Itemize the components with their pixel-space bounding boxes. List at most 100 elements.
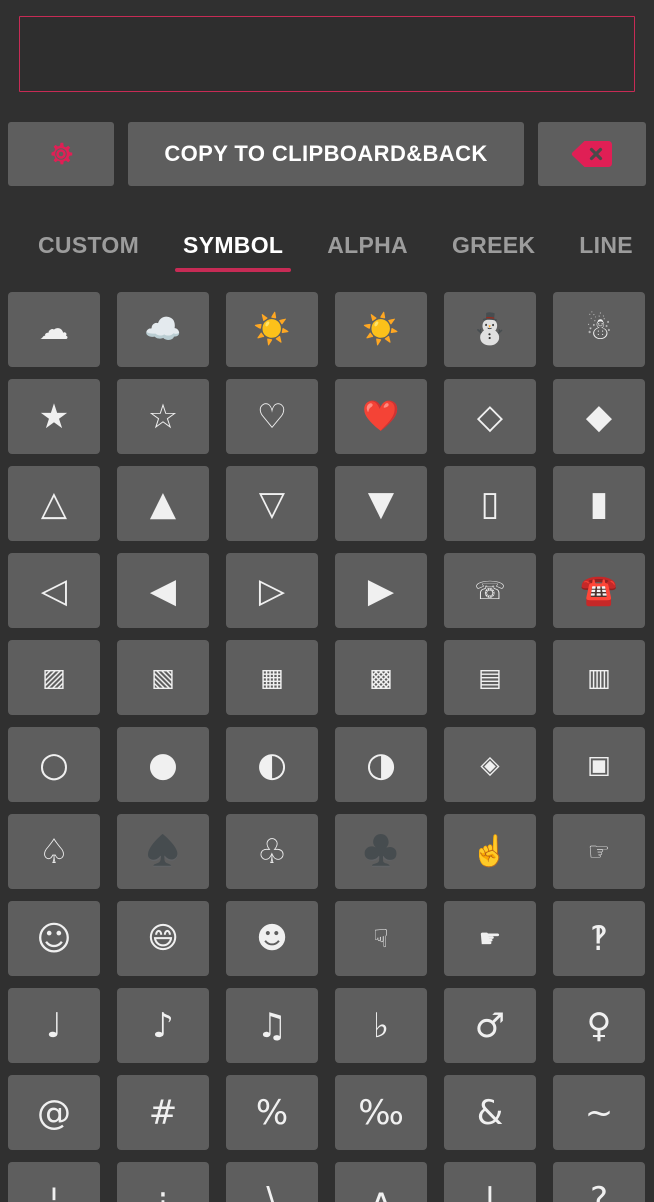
tab-greek[interactable]: GREEK (430, 206, 557, 288)
tab-underline (175, 268, 292, 272)
beamed-eighth-notes-icon: ♫ (256, 1005, 288, 1046)
tab-alpha-label: ALPHA (327, 232, 408, 258)
symbol-cell[interactable]: ♭ (335, 988, 427, 1063)
white-club-suit-icon: ♧ (256, 831, 288, 872)
symbol-cell[interactable]: ☻️ (226, 901, 318, 976)
text-input-container (19, 16, 635, 92)
sun-emoji-icon: ☀️ (253, 311, 291, 347)
symbol-cell[interactable]: # (117, 1075, 209, 1150)
symbol-cell[interactable]: ⛄ (444, 292, 536, 367)
symbol-cell[interactable]: ¦ (8, 1162, 100, 1202)
symbol-cell[interactable]: ▷ (226, 553, 318, 628)
symbol-cell[interactable]: ↓ (444, 1162, 536, 1202)
symbol-cell[interactable]: ◁ (8, 553, 100, 628)
symbol-cell[interactable]: ▧ (117, 640, 209, 715)
symbol-cell[interactable]: ʌ (335, 1162, 427, 1202)
symbol-cell[interactable]: ☎️ (553, 553, 645, 628)
tab-custom[interactable]: CUSTOM (16, 206, 161, 288)
interrobang-icon: ‽ (589, 918, 609, 959)
symbol-cell[interactable]: ¡ (117, 1162, 209, 1202)
snowman-icon: ☃ (585, 311, 613, 347)
symbol-cell[interactable]: ▯ (444, 466, 536, 541)
delete-backspace-button[interactable] (538, 122, 646, 186)
symbol-cell[interactable]: ☃ (553, 292, 645, 367)
category-tabbar[interactable]: CUSTOM SYMBOL ALPHA GREEK LINE (0, 206, 654, 288)
symbol-cell[interactable]: ◈ (444, 727, 536, 802)
white-telephone-icon: ☏ (474, 576, 506, 605)
symbol-cell[interactable]: ◇ (444, 379, 536, 454)
symbol-cell[interactable]: ☞ (553, 814, 645, 889)
symbol-text-input[interactable] (19, 16, 635, 92)
tab-alpha[interactable]: ALPHA (305, 206, 430, 288)
symbol-cell[interactable]: ◐ (226, 727, 318, 802)
symbol-cell[interactable]: ♂ (444, 988, 536, 1063)
symbol-cell[interactable]: ♤ (8, 814, 100, 889)
white-star-icon: ☆ (147, 396, 179, 437)
symbol-cell[interactable]: ▤ (444, 640, 536, 715)
symbol-cell[interactable]: ☁ (8, 292, 100, 367)
symbol-cell[interactable]: ◀ (117, 553, 209, 628)
symbol-cell[interactable]: ☁️ (117, 292, 209, 367)
symbol-cell[interactable]: ● (117, 727, 209, 802)
symbol-cell[interactable]: ▨ (8, 640, 100, 715)
symbol-cell[interactable]: ▦ (226, 640, 318, 715)
symbol-cell[interactable]: ♩ (8, 988, 100, 1063)
tab-line[interactable]: LINE (557, 206, 654, 288)
symbol-cell[interactable]: ♣️ (335, 814, 427, 889)
symbol-cell[interactable]: ♧ (226, 814, 318, 889)
symbol-cell[interactable]: △ (8, 466, 100, 541)
gear-icon (46, 139, 76, 169)
symbol-cell[interactable]: ☏ (444, 553, 536, 628)
black-star-icon: ★ (38, 396, 70, 437)
symbol-cell[interactable]: ? (553, 1162, 645, 1202)
symbol-cell[interactable]: ☆ (117, 379, 209, 454)
female-sign-icon: ♀ (586, 1005, 612, 1046)
symbol-cell[interactable]: ▼ (335, 466, 427, 541)
club-suit-emoji-icon: ♣️ (362, 833, 400, 869)
symbol-cell[interactable]: ❤️ (335, 379, 427, 454)
spade-suit-emoji-icon: ♠️ (144, 833, 182, 869)
per-mille-sign-icon: ‰ (358, 1092, 404, 1133)
symbol-cell[interactable]: ‰ (335, 1075, 427, 1150)
square-horizontal-fill-icon: ▤ (478, 663, 502, 692)
symbol-cell[interactable]: ☟ (335, 901, 427, 976)
symbol-cell[interactable]: ▶ (335, 553, 427, 628)
symbol-cell[interactable]: ▥ (553, 640, 645, 715)
symbol-cell[interactable]: ◑ (335, 727, 427, 802)
question-mark-icon: ? (589, 1179, 609, 1202)
symbol-cell[interactable]: ♡ (226, 379, 318, 454)
symbol-cell[interactable]: ☀️ (226, 292, 318, 367)
symbol-cell[interactable]: @ (8, 1075, 100, 1150)
symbol-cell[interactable]: ☝️ (444, 814, 536, 889)
symbol-cell[interactable]: & (444, 1075, 536, 1150)
symbol-cell[interactable]: ◆ (553, 379, 645, 454)
symbol-cell[interactable]: 😄 (117, 901, 209, 976)
symbol-cell[interactable]: ☀️ (335, 292, 427, 367)
symbol-cell[interactable]: ☺ (8, 901, 100, 976)
symbol-cell[interactable]: ♠️ (117, 814, 209, 889)
symbol-cell[interactable]: ♫ (226, 988, 318, 1063)
white-spade-suit-icon: ♤ (38, 831, 70, 872)
symbol-cell[interactable]: ~ (553, 1075, 645, 1150)
symbol-cell[interactable]: ♀ (553, 988, 645, 1063)
symbol-cell[interactable]: ▽ (226, 466, 318, 541)
symbol-cell[interactable]: ▲ (117, 466, 209, 541)
index-pointing-up-emoji-icon: ☝️ (471, 833, 509, 869)
copy-to-clipboard-button[interactable]: COPY TO CLIPBOARD&BACK (128, 122, 524, 186)
symbol-cell[interactable]: ▮ (553, 466, 645, 541)
black-smiling-face-emoji-icon: ☻️ (256, 920, 288, 956)
symbol-cell[interactable]: % (226, 1075, 318, 1150)
symbol-cell[interactable]: ☛ (444, 901, 536, 976)
tab-symbol[interactable]: SYMBOL (161, 206, 305, 288)
symbol-cell[interactable]: ‽ (553, 901, 645, 976)
symbol-cell[interactable]: ★ (8, 379, 100, 454)
symbol-cell[interactable]: ♪ (117, 988, 209, 1063)
symbol-cell[interactable]: ▣ (553, 727, 645, 802)
inverted-exclamation-mark-icon: ¡ (156, 1179, 170, 1202)
settings-button[interactable] (8, 122, 114, 186)
symbol-cell[interactable]: ▩ (335, 640, 427, 715)
symbol-cell[interactable]: ○ (8, 727, 100, 802)
grinning-face-emoji-icon: 😄 (147, 920, 179, 956)
black-up-triangle-icon: ▲ (149, 483, 177, 524)
symbol-cell[interactable]: \ (226, 1162, 318, 1202)
